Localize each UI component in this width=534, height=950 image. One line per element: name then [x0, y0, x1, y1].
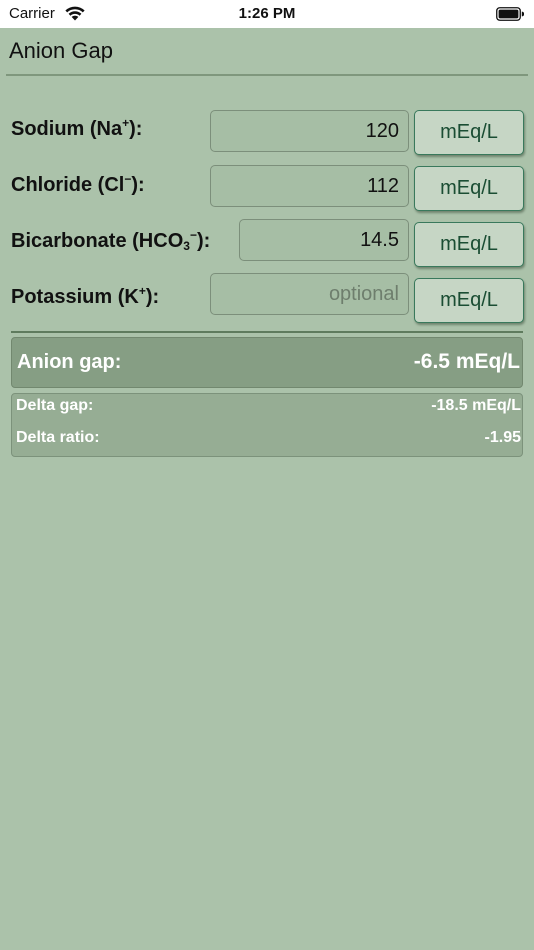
anion-gap-value: -6.5 mEq/L	[413, 350, 520, 373]
bicarbonate-input[interactable]	[239, 219, 409, 261]
battery-icon	[496, 7, 524, 21]
sodium-label: Sodium (Na+):	[11, 116, 143, 140]
results-divider	[11, 331, 523, 333]
bicarbonate-unit-button[interactable]: mEq/L	[414, 222, 524, 267]
status-bar: Carrier 1:26 PM	[0, 0, 534, 28]
page-title: Anion Gap	[9, 38, 113, 63]
status-time: 1:26 PM	[238, 5, 296, 22]
chloride-label: Chloride (Cl−):	[11, 172, 145, 196]
anion-gap-label: Anion gap:	[17, 351, 122, 373]
delta-results: Delta gap: -18.5 mEq/L Delta ratio: -1.9…	[11, 393, 523, 457]
sodium-input[interactable]	[210, 110, 409, 152]
sodium-unit-button[interactable]: mEq/L	[414, 110, 524, 155]
potassium-label: Potassium (K+):	[11, 284, 160, 308]
potassium-input[interactable]	[210, 273, 409, 315]
delta-gap-value: -18.5 mEq/L	[431, 397, 521, 414]
chloride-unit-button[interactable]: mEq/L	[414, 166, 524, 211]
delta-ratio-value: -1.95	[484, 429, 521, 446]
chloride-input[interactable]	[210, 165, 409, 207]
anion-gap-result: Anion gap: -6.5 mEq/L	[11, 337, 523, 388]
bicarbonate-label: Bicarbonate (HCO3−):	[11, 228, 211, 253]
potassium-unit-button[interactable]: mEq/L	[414, 278, 524, 323]
delta-gap-label: Delta gap:	[16, 397, 94, 414]
delta-ratio-label: Delta ratio:	[16, 429, 100, 446]
title-divider	[6, 74, 528, 76]
